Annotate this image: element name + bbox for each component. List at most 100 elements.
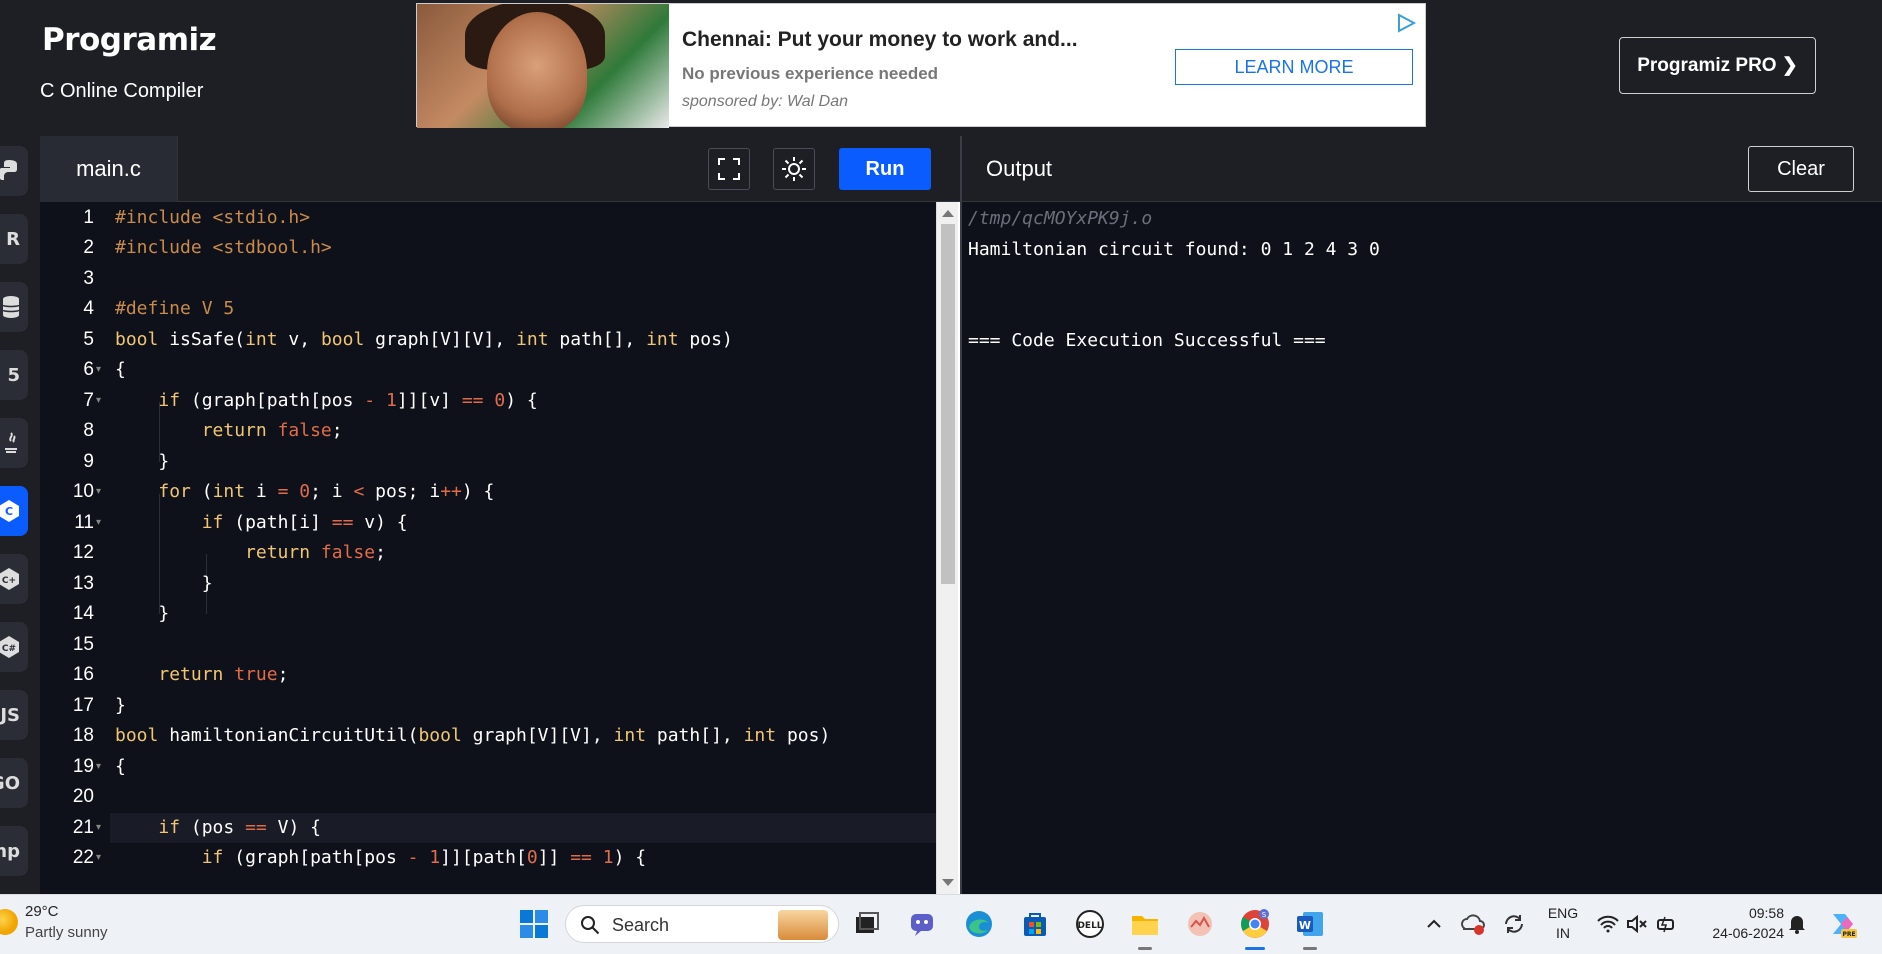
clock-time[interactable]: 09:58 bbox=[1698, 905, 1784, 921]
line-number: 14 bbox=[72, 603, 94, 624]
code-line: } bbox=[115, 451, 170, 472]
language-indicator[interactable]: ENG bbox=[1546, 905, 1580, 921]
database-icon[interactable] bbox=[0, 282, 28, 332]
code-line: return true; bbox=[158, 664, 289, 685]
code-line: if (graph[path[pos - 1]][path[0]] == 1) … bbox=[201, 847, 647, 868]
line-number: 10 bbox=[72, 481, 94, 502]
line-gutter: 1 2 3 4 5 6 7 8 9 10 11 12 13 14 15 16 1… bbox=[40, 202, 106, 894]
chat-icon[interactable] bbox=[906, 907, 940, 941]
clock-date[interactable]: 24-06-2024 bbox=[1698, 925, 1784, 941]
notification-bell-icon[interactable] bbox=[1780, 907, 1814, 941]
code-line-active[interactable]: if (pos == V) { bbox=[110, 813, 936, 843]
php-icon[interactable]: hp bbox=[0, 826, 28, 876]
code-line: for (int i = 0; i < pos; i++) { bbox=[158, 481, 495, 502]
theme-toggle-icon[interactable] bbox=[773, 148, 815, 190]
line-number: 5 bbox=[83, 329, 94, 350]
fold-toggle-icon[interactable]: ▾ bbox=[96, 813, 104, 843]
word-icon[interactable]: W bbox=[1293, 907, 1327, 941]
speaker-muted-icon[interactable] bbox=[1620, 907, 1654, 941]
java-icon[interactable] bbox=[0, 418, 28, 468]
app-icon[interactable] bbox=[1183, 907, 1217, 941]
fold-toggle-icon[interactable]: ▾ bbox=[96, 355, 104, 385]
weather-description[interactable]: Partly sunny bbox=[25, 924, 108, 941]
learn-more-button[interactable]: LEARN MORE bbox=[1175, 49, 1413, 85]
fold-toggle-icon[interactable]: ▾ bbox=[96, 386, 104, 416]
csharp-icon[interactable]: C# bbox=[0, 622, 28, 672]
dell-icon[interactable]: DELL bbox=[1073, 907, 1107, 941]
ad-sponsor: sponsored by: Wal Dan bbox=[682, 93, 849, 110]
cpp-icon[interactable]: C+ bbox=[0, 554, 28, 604]
edge-browser-icon[interactable] bbox=[962, 907, 996, 941]
clear-button[interactable]: Clear bbox=[1748, 146, 1854, 192]
weather-sun-icon[interactable] bbox=[0, 909, 18, 935]
line-number: 18 bbox=[72, 725, 94, 746]
code-line: #include <stdbool.h> bbox=[115, 237, 332, 258]
ad-choices-icon[interactable] bbox=[1395, 12, 1417, 34]
editor-scrollbar[interactable] bbox=[936, 202, 958, 894]
code-line: } bbox=[115, 573, 213, 594]
line-number: 19 bbox=[72, 756, 94, 777]
search-placeholder: Search bbox=[612, 915, 670, 935]
r-icon[interactable]: R bbox=[0, 214, 28, 264]
code-line: return false; bbox=[245, 542, 386, 563]
programiz-logo[interactable]: Programiz bbox=[42, 22, 217, 58]
copilot-icon[interactable]: PRE bbox=[1826, 907, 1860, 941]
fold-toggle-icon[interactable]: ▾ bbox=[96, 752, 104, 782]
fullscreen-icon[interactable] bbox=[708, 148, 750, 190]
line-number: 3 bbox=[83, 268, 94, 289]
line-number: 12 bbox=[72, 542, 94, 563]
go-icon[interactable]: GO bbox=[0, 758, 28, 808]
sync-icon[interactable] bbox=[1497, 907, 1531, 941]
microsoft-store-icon[interactable] bbox=[1018, 907, 1052, 941]
file-explorer-icon[interactable] bbox=[1128, 907, 1162, 941]
c-language-icon[interactable]: C bbox=[0, 486, 28, 536]
region-indicator[interactable]: IN bbox=[1546, 925, 1580, 941]
chrome-icon[interactable]: S bbox=[1238, 907, 1272, 941]
fold-toggle-icon[interactable]: ▾ bbox=[96, 843, 104, 873]
output-line: Hamiltonian circuit found: 0 1 2 4 3 0 bbox=[968, 239, 1380, 260]
run-button[interactable]: Run bbox=[839, 148, 931, 190]
svg-text:S: S bbox=[1262, 911, 1267, 919]
ad-title[interactable]: Chennai: Put your money to work and... bbox=[682, 28, 1078, 52]
windows-start-icon[interactable] bbox=[517, 907, 551, 941]
fold-toggle-icon[interactable]: ▾ bbox=[96, 477, 104, 507]
javascript-icon[interactable]: JS bbox=[0, 690, 28, 740]
line-number: 1 bbox=[83, 207, 94, 228]
advertisement-banner[interactable]: Chennai: Put your money to work and... N… bbox=[416, 3, 1426, 128]
output-console[interactable]: /tmp/qcMOYxPK9j.o Hamiltonian circuit fo… bbox=[960, 202, 1882, 894]
scroll-down-icon[interactable] bbox=[942, 879, 954, 886]
line-number: 11 bbox=[74, 512, 94, 533]
onedrive-icon[interactable] bbox=[1456, 907, 1490, 941]
weather-temperature[interactable]: 29°C bbox=[25, 903, 59, 920]
windows-taskbar: 29°C Partly sunny Search DELL S W ENG IN… bbox=[0, 894, 1882, 954]
html-icon[interactable]: 5 bbox=[0, 350, 28, 400]
line-number: 17 bbox=[72, 695, 94, 716]
line-number: 2 bbox=[83, 237, 94, 258]
search-highlight-image bbox=[778, 910, 828, 940]
scroll-up-icon[interactable] bbox=[942, 210, 954, 217]
scrollbar-thumb[interactable] bbox=[941, 224, 955, 584]
line-number: 13 bbox=[72, 573, 94, 594]
output-line: === Code Execution Successful === bbox=[968, 330, 1326, 351]
python-icon[interactable] bbox=[0, 146, 28, 196]
taskbar-search[interactable]: Search bbox=[565, 905, 839, 943]
line-number: 7 bbox=[83, 390, 94, 411]
svg-text:C#: C# bbox=[2, 644, 16, 654]
line-number: 16 bbox=[72, 664, 94, 685]
ad-image[interactable] bbox=[417, 4, 669, 128]
tab-main-c[interactable]: main.c bbox=[40, 136, 178, 202]
svg-text:C: C bbox=[5, 505, 13, 518]
line-number: 9 bbox=[83, 451, 94, 472]
line-number: 4 bbox=[83, 298, 94, 319]
programiz-pro-button[interactable]: Programiz PRO ❯ bbox=[1619, 37, 1816, 94]
language-rail: R 5 C C+ C# JS GO hp bbox=[0, 136, 40, 894]
code-editor[interactable]: 1 2 3 4 5 6 7 8 9 10 11 12 13 14 15 16 1… bbox=[40, 202, 936, 894]
chevron-up-icon[interactable] bbox=[1417, 907, 1451, 941]
code-line: #define V 5 bbox=[115, 298, 235, 319]
code-line: } bbox=[115, 695, 126, 716]
battery-icon[interactable] bbox=[1650, 907, 1684, 941]
fold-toggle-icon[interactable]: ▾ bbox=[96, 508, 104, 538]
page-subtitle: C Online Compiler bbox=[40, 80, 204, 102]
task-view-icon[interactable] bbox=[850, 907, 884, 941]
code-line: if (path[i] == v) { bbox=[201, 512, 408, 533]
